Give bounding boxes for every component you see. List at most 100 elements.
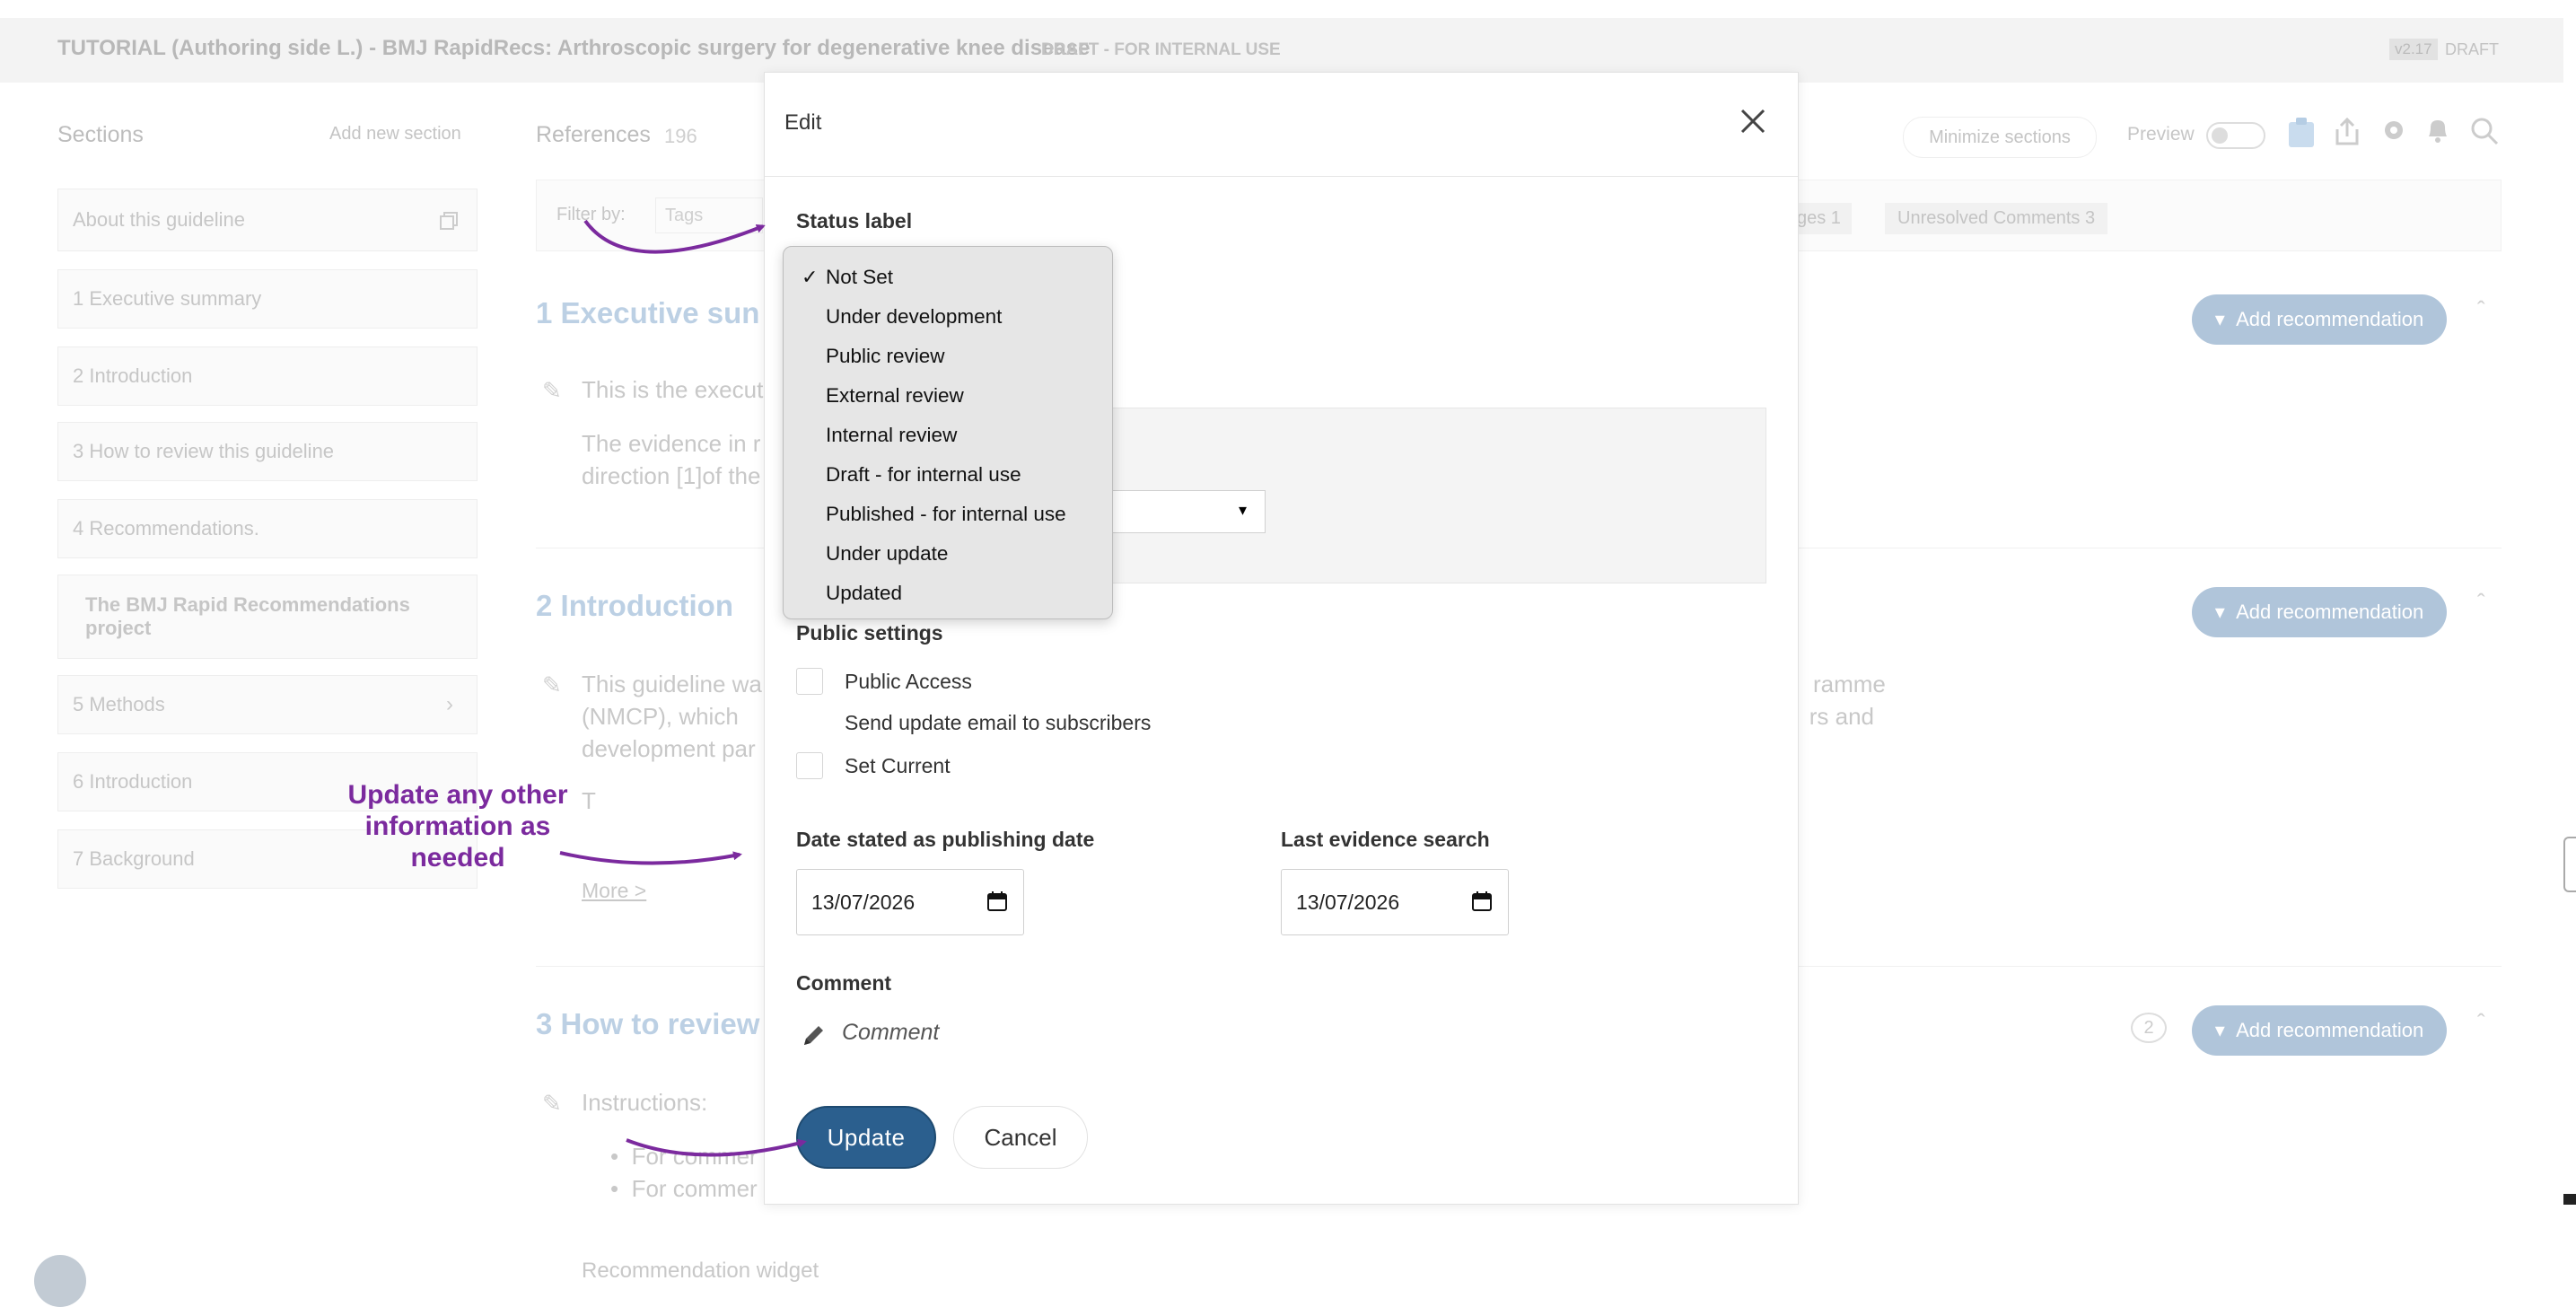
publish-date-value: 13/07/2026 (811, 890, 916, 914)
sidebar-item-introduction[interactable]: 2 Introduction (57, 346, 478, 406)
search-icon[interactable] (2470, 117, 2499, 153)
send-update-email-checkbox[interactable] (796, 709, 823, 736)
collapse-icon[interactable]: ˆ (2477, 589, 2485, 617)
status-option-label: External review (826, 384, 964, 407)
section-text: rs and (1809, 703, 1874, 730)
list-item: • For commer (610, 1175, 758, 1202)
status-option-label: Draft - for internal use (826, 463, 1021, 486)
sidebar-item-methods[interactable]: 5 Methods › (57, 675, 478, 734)
sidebar-item-bmj-project[interactable]: The BMJ Rapid Recommendations project (57, 575, 478, 659)
add-recommendation-label: Add recommendation (2236, 308, 2424, 330)
status-dropdown-menu: ✓ Not Set Under development Public review… (783, 246, 1113, 619)
share-icon[interactable] (2334, 117, 2361, 154)
scroll-marker (2563, 1194, 2576, 1205)
cancel-button[interactable]: Cancel (953, 1106, 1088, 1169)
pencil-icon[interactable]: ✎ (542, 1090, 562, 1118)
modal-title: Edit (784, 110, 822, 135)
status-option-under-development[interactable]: Under development (784, 297, 1112, 337)
status-option-public-review[interactable]: Public review (784, 337, 1112, 376)
bell-icon[interactable] (2425, 117, 2450, 151)
collapse-icon[interactable]: ˆ (2477, 1009, 2485, 1037)
public-access-checkbox[interactable] (796, 668, 823, 695)
status-option-label: Under update (826, 542, 949, 565)
minimize-sections-button[interactable]: Minimize sections (1903, 117, 2097, 158)
caret-down-icon[interactable]: ▾ (1239, 501, 1247, 520)
guideline-title: TUTORIAL (Authoring side L.) - BMJ Rapid… (57, 36, 1091, 60)
send-update-email-label: Send update email to subscribers (845, 710, 1152, 734)
pencil-icon[interactable]: ✎ (542, 671, 562, 699)
publish-date-label: Date stated as publishing date (796, 828, 1095, 851)
sidebar-item-label: About this guideline (73, 208, 246, 231)
gear-icon[interactable] (2380, 117, 2407, 151)
side-panel-tab[interactable] (2563, 837, 2576, 892)
clipboard-icon[interactable] (2287, 117, 2316, 156)
pencil-icon[interactable] (801, 1022, 828, 1048)
help-launcher[interactable] (34, 1255, 86, 1307)
public-settings-heading: Public settings (796, 621, 943, 645)
status-option-under-update[interactable]: Under update (784, 534, 1112, 574)
status-option-label: Internal review (826, 424, 958, 446)
section-text: Recommendation widget (582, 1259, 819, 1283)
add-recommendation-label: Add recommendation (2236, 1019, 2424, 1041)
close-icon[interactable] (1735, 103, 1771, 139)
public-access-label: Public Access (845, 669, 972, 693)
collapse-icon[interactable]: ˆ (2477, 296, 2485, 324)
add-recommendation-button[interactable]: ▾ Add recommendation (2192, 1005, 2447, 1056)
set-current-row[interactable]: Set Current (796, 750, 951, 781)
sidebar-item-how-to-review[interactable]: 3 How to review this guideline (57, 422, 478, 481)
send-update-email-row[interactable]: Send update email to subscribers (796, 707, 1151, 738)
status-label-heading: Status label (796, 209, 913, 232)
copy-icon[interactable] (439, 211, 459, 231)
sidebar-item-label: 2 Introduction (73, 364, 193, 387)
status-option-published-internal[interactable]: Published - for internal use (784, 495, 1112, 534)
add-recommendation-button[interactable]: ▾ Add recommendation (2192, 294, 2447, 345)
calendar-icon[interactable] (1472, 891, 1492, 911)
section-text: direction [1]of the (582, 462, 761, 489)
set-current-checkbox[interactable] (796, 752, 823, 779)
add-recommendation-button[interactable]: ▾ Add recommendation (2192, 587, 2447, 637)
sidebar-item-recommendations[interactable]: 4 Recommendations. (57, 499, 478, 558)
publish-date-input[interactable]: 13/07/2026 (796, 869, 1024, 935)
section-text: The evidence in r (582, 430, 761, 457)
comment-input[interactable]: Comment (842, 1020, 939, 1046)
update-button[interactable]: Update (796, 1106, 936, 1169)
preview-toggle[interactable] (2206, 122, 2265, 149)
section-text: development par (582, 735, 756, 762)
tags-filter-input[interactable]: Tags (655, 197, 763, 233)
unresolved-comments-chip[interactable]: Unresolved Comments 3 (1885, 203, 2108, 234)
version-badge[interactable]: v2.17 (2389, 39, 2438, 60)
section-text: This is the execut (582, 376, 764, 403)
chevron-right-icon: › (446, 692, 453, 716)
sidebar-item-label: 6 Introduction (73, 770, 193, 793)
sidebar-item-label: 1 Executive summary (73, 287, 262, 310)
status-option-internal-review[interactable]: Internal review (784, 416, 1112, 455)
status-option-draft-internal[interactable]: Draft - for internal use (784, 455, 1112, 495)
evidence-search-value: 13/07/2026 (1296, 890, 1400, 914)
checkmark-icon: ✓ (802, 266, 819, 288)
status-option-label: Under development (826, 305, 1003, 328)
evidence-search-input[interactable]: 13/07/2026 (1281, 869, 1509, 935)
guideline-status: DRAFT - FOR INTERNAL USE (1041, 40, 1281, 59)
status-option-external-review[interactable]: External review (784, 376, 1112, 416)
status-option-not-set[interactable]: ✓ Not Set (784, 258, 1112, 297)
sidebar-item-label: 5 Methods (73, 693, 165, 715)
status-option-updated[interactable]: Updated (784, 574, 1112, 613)
arrow-to-fields (559, 851, 742, 865)
sidebar-item-label: 7 Background (73, 847, 195, 870)
references-label[interactable]: References (536, 122, 651, 148)
add-section-button[interactable]: Add new section (329, 124, 461, 145)
references-count: 196 (664, 125, 697, 147)
status-option-label: Published - for internal use (826, 503, 1066, 525)
section-text: This guideline wa (582, 671, 762, 697)
section-heading-how-to-review: 3 How to review (536, 1007, 760, 1040)
public-access-row[interactable]: Public Access (796, 666, 972, 697)
sidebar-item-executive-summary[interactable]: 1 Executive summary (57, 269, 478, 329)
more-link[interactable]: More > (582, 874, 646, 907)
sidebar-item-label: 4 Recommendations. (73, 517, 259, 539)
comment-count-icon[interactable]: 2 (2131, 1013, 2167, 1043)
comment-heading: Comment (796, 971, 892, 995)
sidebar-item-about[interactable]: About this guideline (57, 189, 478, 251)
section-heading-executive-summary: 1 Executive sun (536, 296, 760, 329)
calendar-icon[interactable] (987, 891, 1007, 911)
pencil-icon[interactable]: ✎ (542, 377, 562, 405)
